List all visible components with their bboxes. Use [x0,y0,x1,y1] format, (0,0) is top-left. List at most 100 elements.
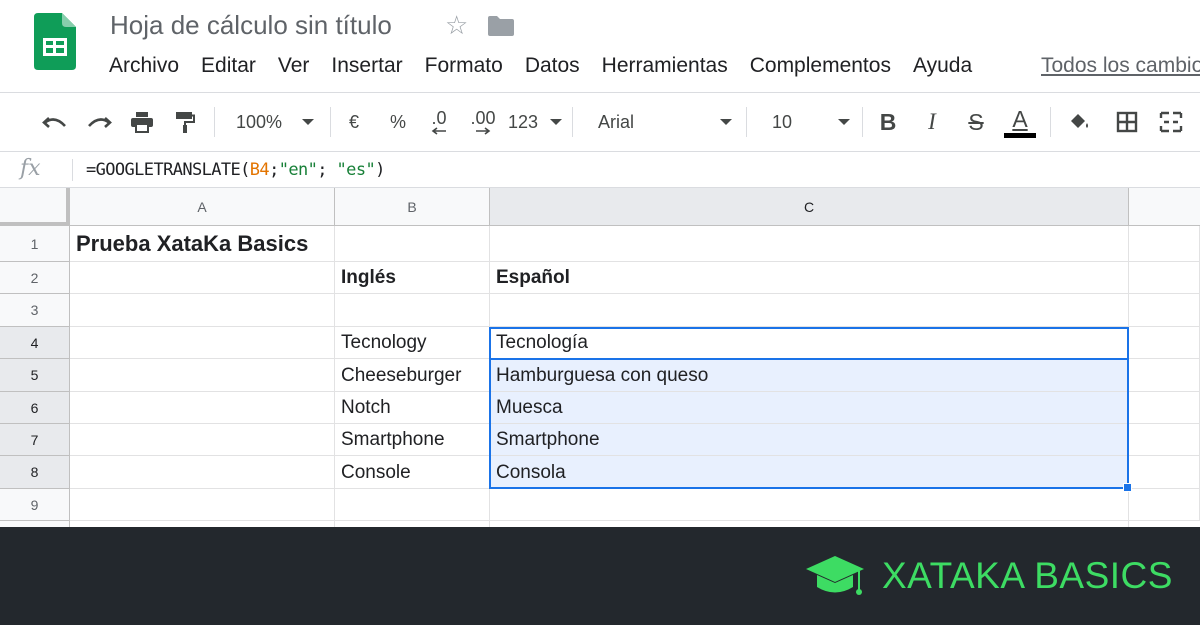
redo-icon[interactable] [82,93,116,151]
formula-separator: ; [317,160,337,180]
font-family-value: Arial [598,111,635,132]
cell-b5[interactable]: Cheeseburger [335,359,490,392]
menu-complementos[interactable]: Complementos [739,52,902,80]
column-header-b[interactable]: B [335,188,490,226]
menu-datos[interactable]: Datos [514,52,591,80]
cell-a2[interactable] [70,262,335,294]
cell-c8[interactable]: Consola [490,456,1129,489]
more-formats-select[interactable]: 123 [508,93,562,151]
percent-format-button[interactable]: % [386,93,410,151]
cell-a7[interactable] [70,424,335,456]
cell-b4[interactable]: Tecnology [335,327,490,359]
zoom-select[interactable]: 100% [230,93,320,151]
zoom-value: 100% [236,111,283,132]
cell-c4[interactable]: Tecnología [490,327,1129,359]
cell-a8[interactable] [70,456,335,489]
row-header-2[interactable]: 2 [0,262,70,294]
brand-footer: XATAKA BASICS [0,527,1200,625]
cell-a6[interactable] [70,392,335,424]
select-all-corner[interactable] [0,188,70,226]
more-formats-label: 123 [508,111,539,132]
font-family-select[interactable]: Arial [590,93,736,151]
cell-c5[interactable]: Hamburguesa con queso [490,359,1129,392]
cell-b8[interactable]: Console [335,456,490,489]
row-header-7[interactable]: 7 [0,424,70,456]
font-size-select[interactable]: 10 [764,93,854,151]
menu-insertar[interactable]: Insertar [320,52,413,80]
cell-b6[interactable]: Notch [335,392,490,424]
spreadsheet-grid: A B C 1 2 3 4 5 6 7 8 9 Prueba XataKa Ba… [0,188,1200,528]
decrease-decimals-button[interactable]: .0 [424,93,454,151]
text-color-label: A [1012,105,1028,132]
cell-b9[interactable] [335,489,490,521]
text-color-button[interactable]: A [1002,93,1038,151]
column-header-a[interactable]: A [70,188,335,226]
bold-button[interactable]: B [874,93,902,151]
cell-d1[interactable] [1129,226,1200,262]
toolbar-divider [572,107,573,137]
increase-decimals-button[interactable]: .00 [466,93,500,151]
chevron-down-icon [550,119,562,125]
column-header-c[interactable]: C [490,188,1129,226]
cell-b3[interactable] [335,294,490,327]
formula-input[interactable]: =GOOGLETRANSLATE(B4;"en"; "es") [86,160,385,180]
menu-archivo[interactable]: Archivo [98,52,190,80]
cell-c9[interactable] [490,489,1129,521]
row-header-1[interactable]: 1 [0,226,70,262]
formula-bar: fx =GOOGLETRANSLATE(B4;"en"; "es") [0,152,1200,188]
menu-herramientas[interactable]: Herramientas [591,52,739,80]
graduation-cap-icon [804,554,866,600]
document-title[interactable]: Hoja de cálculo sin título [110,10,392,41]
menu-bar: Archivo Editar Ver Insertar Formato Dato… [98,52,983,80]
italic-button[interactable]: I [918,93,946,151]
google-sheets-logo[interactable] [34,13,76,70]
row-header-6[interactable]: 6 [0,392,70,424]
folder-icon[interactable] [488,16,514,36]
print-icon[interactable] [126,93,158,151]
cell-c7[interactable]: Smartphone [490,424,1129,456]
borders-icon[interactable] [1112,93,1142,151]
cell-c1[interactable] [490,226,1129,262]
row-header-5[interactable]: 5 [0,359,70,392]
toolbar-divider [214,107,215,137]
cell-a5[interactable] [70,359,335,392]
merge-cells-icon[interactable] [1156,93,1186,151]
cell-d8[interactable] [1129,456,1200,489]
column-header-d[interactable] [1129,188,1200,226]
menu-editar[interactable]: Editar [190,52,267,80]
cell-d6[interactable] [1129,392,1200,424]
cell-d4[interactable] [1129,327,1200,359]
currency-format-button[interactable]: € [342,93,366,151]
fill-handle[interactable] [1123,483,1132,492]
cell-d7[interactable] [1129,424,1200,456]
fill-color-icon[interactable] [1064,93,1094,151]
cell-a4[interactable] [70,327,335,359]
cell-d5[interactable] [1129,359,1200,392]
undo-icon[interactable] [38,93,72,151]
cell-a3[interactable] [70,294,335,327]
cell-c3[interactable] [490,294,1129,327]
menu-formato[interactable]: Formato [414,52,514,80]
menu-ayuda[interactable]: Ayuda [902,52,983,80]
row-header-3[interactable]: 3 [0,294,70,327]
toolbar: 100% € % .0 .00 123 Arial 10 B I S A [0,92,1200,152]
cell-a1-text[interactable]: Prueba XataKa Basics [70,226,490,262]
cell-d2[interactable] [1129,262,1200,294]
cell-b2[interactable]: Inglés [335,262,490,294]
cell-d3[interactable] [1129,294,1200,327]
menu-ver[interactable]: Ver [267,52,321,80]
cell-a9[interactable] [70,489,335,521]
star-icon[interactable]: ☆ [445,10,468,40]
row-header-4[interactable]: 4 [0,327,70,359]
strikethrough-button[interactable]: S [962,93,990,151]
cell-c2[interactable]: Español [490,262,1129,294]
paint-format-icon[interactable] [170,93,200,151]
chevron-down-icon [302,119,314,125]
row-header-8[interactable]: 8 [0,456,70,489]
cell-c6[interactable]: Muesca [490,392,1129,424]
toolbar-divider [862,107,863,137]
cell-b7[interactable]: Smartphone [335,424,490,456]
cell-d9[interactable] [1129,489,1200,521]
row-header-9[interactable]: 9 [0,489,70,521]
save-status-link[interactable]: Todos los cambios [1041,52,1200,80]
